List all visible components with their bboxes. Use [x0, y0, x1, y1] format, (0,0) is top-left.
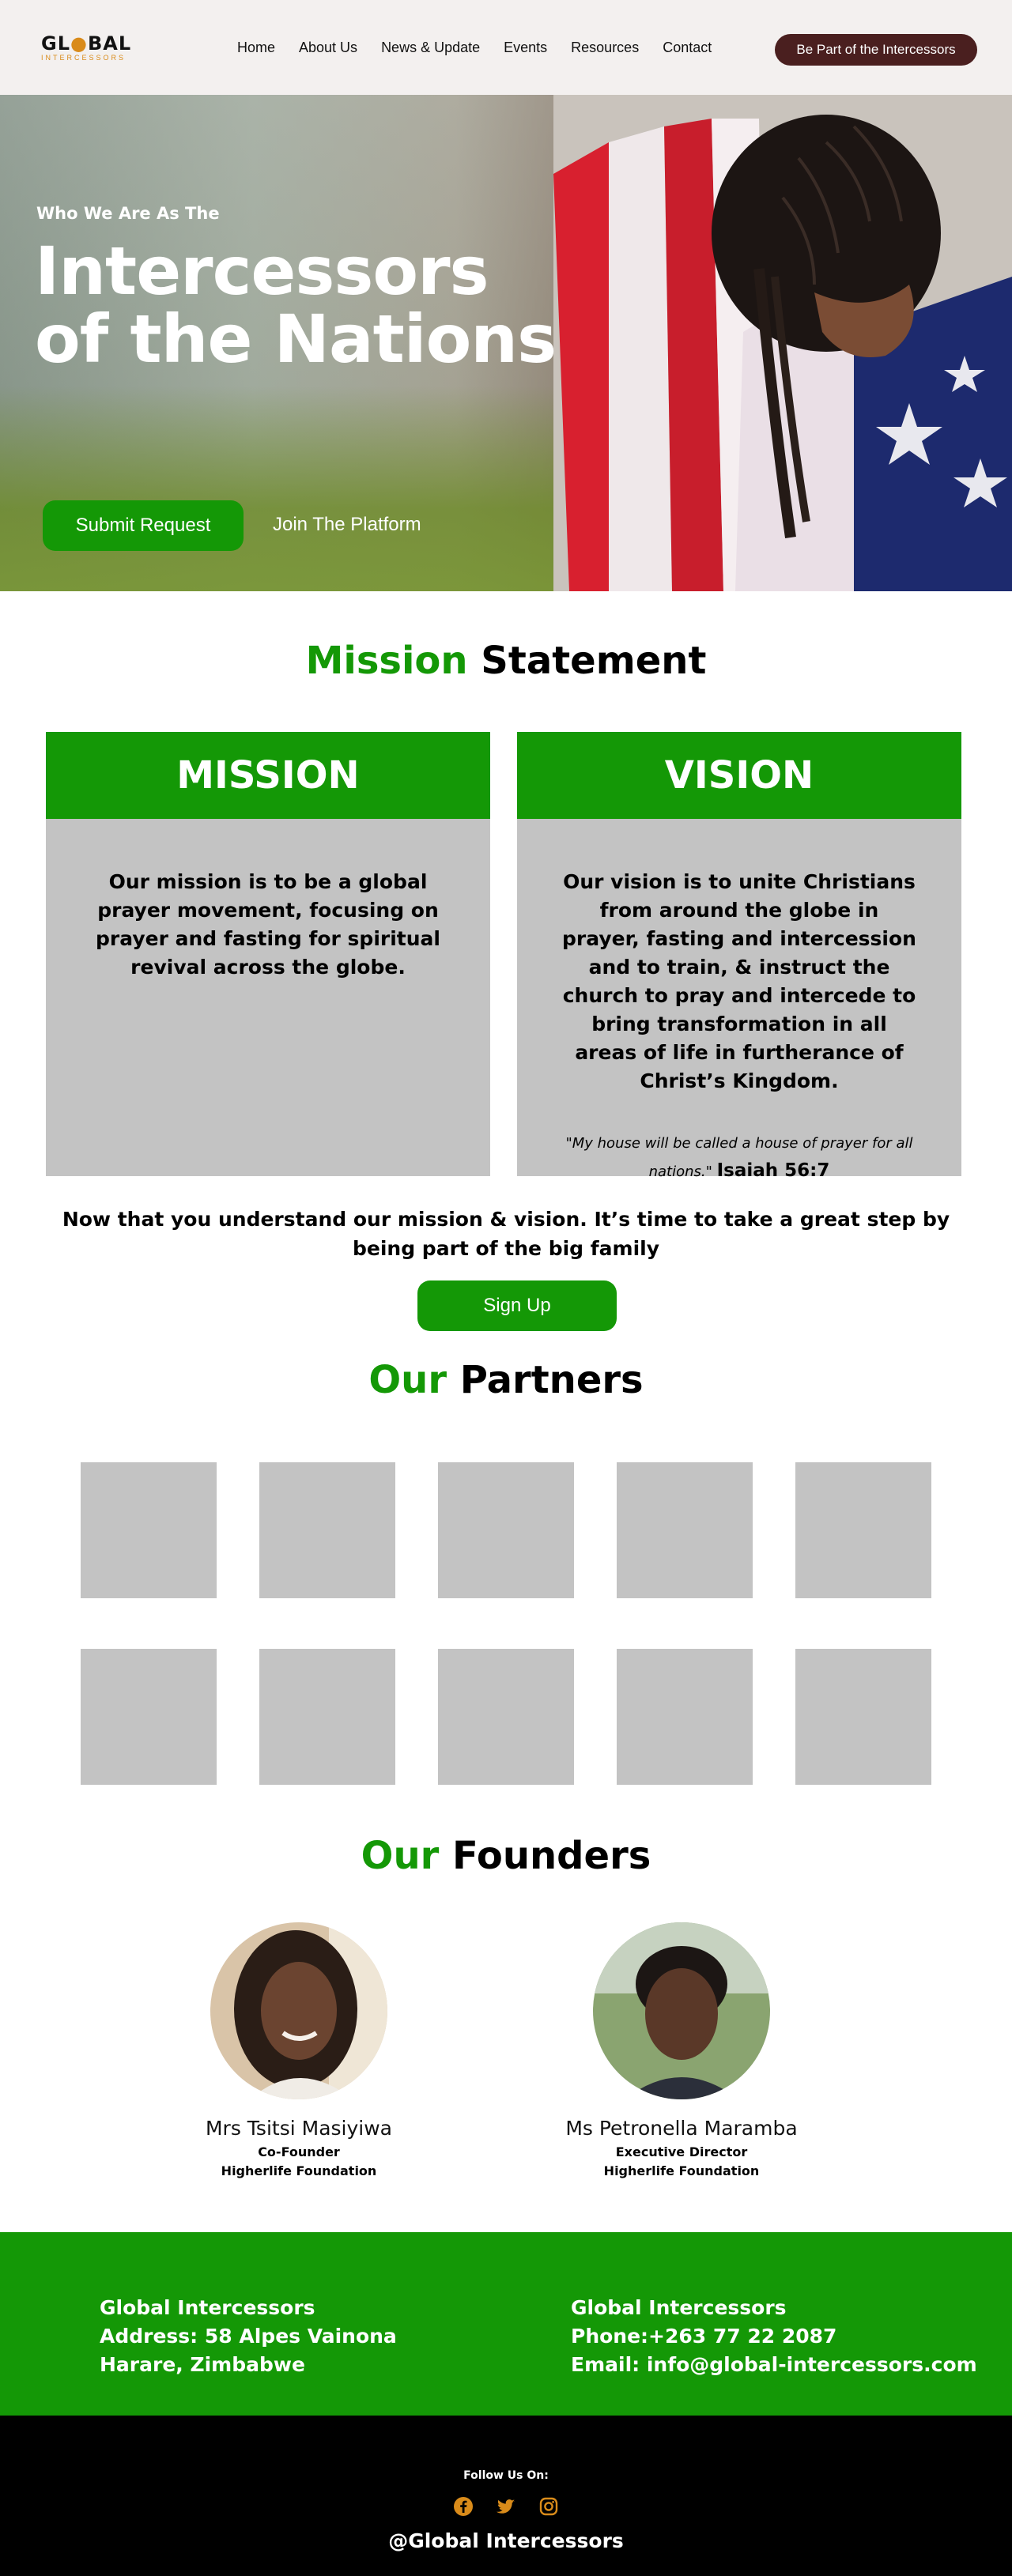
partner-logo[interactable] — [259, 1649, 395, 1785]
vision-card-body-wrap: Our vision is to unite Christians from a… — [517, 819, 961, 1186]
vision-scripture-quote: "My house will be called a house of pray… — [561, 1130, 917, 1186]
founder-card: Mrs Tsitsi Masiyiwa Co-Founder Higherlif… — [157, 1922, 441, 2181]
partner-logo-grid — [81, 1462, 931, 1785]
hero-title-line-1: Intercessors — [35, 232, 489, 310]
email-line[interactable]: Email: info@global-intercessors.com — [571, 2351, 977, 2379]
nav-resources[interactable]: Resources — [571, 40, 639, 56]
vision-card-heading: VISION — [517, 732, 961, 819]
hero-eyebrow: Who We Are As The — [36, 204, 220, 223]
social-handle[interactable]: @Global Intercessors — [0, 2529, 1012, 2552]
mission-vision-cards: MISSION Our mission is to be a global pr… — [46, 732, 961, 1181]
founder-card: Ms Petronella Maramba Executive Director… — [539, 1922, 824, 2181]
nav-events[interactable]: Events — [504, 40, 547, 56]
contact-address-block: Global Intercessors Address: 58 Alpes Va… — [100, 2294, 397, 2379]
founders-section-title: Our Founders — [361, 1834, 651, 1878]
mission-card-heading: MISSION — [46, 732, 490, 819]
nav-contact[interactable]: Contact — [663, 40, 712, 56]
avatar — [210, 1922, 387, 2099]
join-platform-link[interactable]: Join The Platform — [273, 514, 421, 536]
sign-up-button[interactable]: Sign Up — [417, 1280, 617, 1331]
logo-subtitle: INTERCESSORS — [41, 53, 126, 62]
join-intercessors-button[interactable]: Be Part of the Intercessors — [775, 34, 977, 66]
mission-section-title: Mission Statement — [305, 639, 707, 683]
contact-details-block: Global Intercessors Phone:+263 77 22 208… — [571, 2294, 977, 2379]
partner-logo[interactable] — [795, 1649, 931, 1785]
partner-logo[interactable] — [81, 1649, 217, 1785]
hero-title: Intercessors of the Nations — [35, 237, 588, 373]
mission-card: MISSION Our mission is to be a global pr… — [46, 732, 490, 1176]
vision-card: VISION Our vision is to unite Christians… — [517, 732, 961, 1181]
org-name: Global Intercessors — [100, 2296, 315, 2319]
nav-home[interactable]: Home — [237, 40, 275, 56]
signup-call-to-action: Now that you understand our mission & vi… — [62, 1208, 950, 1260]
partner-logo[interactable] — [259, 1462, 395, 1598]
site-header: GL●BAL INTERCESSORS Home About Us News &… — [0, 0, 1012, 95]
founder-name: Mrs Tsitsi Masiyiwa — [205, 2117, 392, 2140]
scripture-reference: Isaiah 56:7 — [716, 1160, 830, 1181]
hero-title-line-2: of the Nations — [35, 300, 557, 378]
submit-request-button[interactable]: Submit Request — [43, 500, 244, 551]
phone-line[interactable]: Phone:+263 77 22 2087 — [571, 2322, 977, 2351]
partner-logo[interactable] — [438, 1462, 574, 1598]
founder-name: Ms Petronella Maramba — [565, 2117, 798, 2140]
founder-role: Co-Founder — [258, 2144, 340, 2159]
twitter-icon[interactable] — [496, 2496, 516, 2517]
social-links — [0, 2496, 1012, 2517]
contact-section: Global Intercessors Address: 58 Alpes Va… — [0, 2232, 1012, 2416]
founder-organization: Higherlife Foundation — [221, 2163, 377, 2178]
hero-photo-person-with-flag — [553, 95, 1012, 591]
logo-wordmark: GL●BAL — [41, 32, 132, 55]
nav-about-us[interactable]: About Us — [299, 40, 357, 56]
globe-icon: ● — [70, 32, 88, 55]
city-line: Harare, Zimbabwe — [100, 2353, 305, 2376]
mission-card-body: Our mission is to be a global prayer mov… — [96, 870, 440, 979]
founder-organization: Higherlife Foundation — [603, 2163, 760, 2178]
partner-logo[interactable] — [617, 1462, 753, 1598]
partner-logo[interactable] — [81, 1462, 217, 1598]
facebook-icon[interactable] — [453, 2496, 474, 2517]
partners-section-title: Our Partners — [368, 1358, 644, 1402]
site-footer: Follow Us On: @Global Intercessors — [0, 2416, 1012, 2576]
follow-us-label: Follow Us On: — [463, 2469, 549, 2482]
vision-card-body: Our vision is to unite Christians from a… — [562, 870, 916, 1092]
main-nav: Home About Us News & Update Events Resou… — [237, 40, 735, 56]
partner-logo[interactable] — [617, 1649, 753, 1785]
avatar — [593, 1922, 770, 2099]
org-name: Global Intercessors — [571, 2296, 787, 2319]
partner-logo[interactable] — [795, 1462, 931, 1598]
address-line: Address: 58 Alpes Vainona — [100, 2325, 397, 2348]
nav-news-update[interactable]: News & Update — [381, 40, 480, 56]
partner-logo[interactable] — [438, 1649, 574, 1785]
hero-banner: Who We Are As The Intercessors of the Na… — [0, 95, 1012, 591]
founder-role: Executive Director — [615, 2144, 748, 2159]
instagram-icon[interactable] — [538, 2496, 559, 2517]
site-logo[interactable]: GL●BAL INTERCESSORS — [41, 34, 131, 62]
